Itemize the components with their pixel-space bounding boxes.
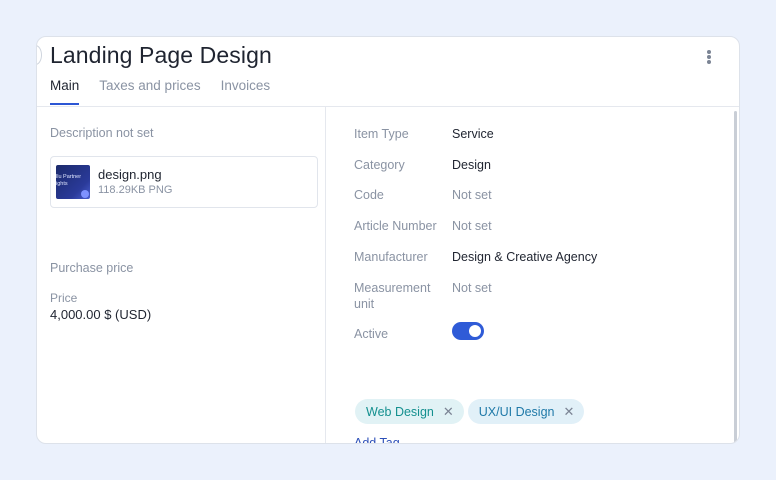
collapse-handle-icon[interactable] [37,45,42,65]
tag-chip[interactable]: Web Design ✕ [355,399,464,424]
item-detail-card: Landing Page Design Main Taxes and price… [36,36,740,444]
tab-taxes-and-prices[interactable]: Taxes and prices [99,78,200,105]
price-value: 4,000.00 $ (USD) [50,307,152,322]
more-options-button[interactable] [701,48,717,66]
page-title: Landing Page Design [50,42,272,68]
detail-value: Not set [452,281,492,295]
detail-label: Active [354,327,389,341]
close-icon[interactable]: ✕ [564,404,575,420]
thumbnail-text: llu Partner ights [56,174,82,187]
file-thumbnail: llu Partner ights [56,165,90,199]
detail-label: Category [354,158,405,172]
tab-main[interactable]: Main [50,78,80,105]
detail-label: Article Number [354,219,437,233]
purchase-price-label: Purchase price [50,261,134,275]
detail-label: Code [354,188,384,202]
detail-value: Design & Creative Agency [452,250,598,264]
close-icon[interactable]: ✕ [443,404,454,420]
scrollbar[interactable] [734,111,737,443]
detail-value: Not set [452,188,492,202]
tab-bar: Main Taxes and prices Invoices [50,78,290,105]
add-tag-link[interactable]: Add Tag [354,436,400,443]
toggle-knob [469,325,481,337]
detail-value: Service [452,127,494,141]
detail-label: Manufacturer [354,250,428,264]
tab-invoices[interactable]: Invoices [221,78,271,105]
attachment-card[interactable]: llu Partner ights design.png 118.29KB PN… [50,156,318,208]
detail-label: Measurement unit [354,281,431,311]
tag-label: Web Design [366,404,434,419]
active-toggle[interactable] [452,322,484,340]
tag-chip[interactable]: UX/UI Design ✕ [467,399,585,424]
detail-value: Not set [452,219,492,233]
more-vertical-icon [707,50,711,54]
detail-value: Design [452,158,491,172]
tag-list: Web Design ✕ UX/UI Design ✕ [355,399,588,424]
description-text: Description not set [50,126,154,140]
file-name: design.png [98,167,162,182]
tag-label: UX/UI Design [478,404,555,419]
tabs-divider [37,106,739,107]
column-divider [325,107,326,443]
detail-label: Item Type [354,127,409,141]
file-meta: 118.29KB PNG [98,184,173,196]
price-label: Price [50,291,78,305]
